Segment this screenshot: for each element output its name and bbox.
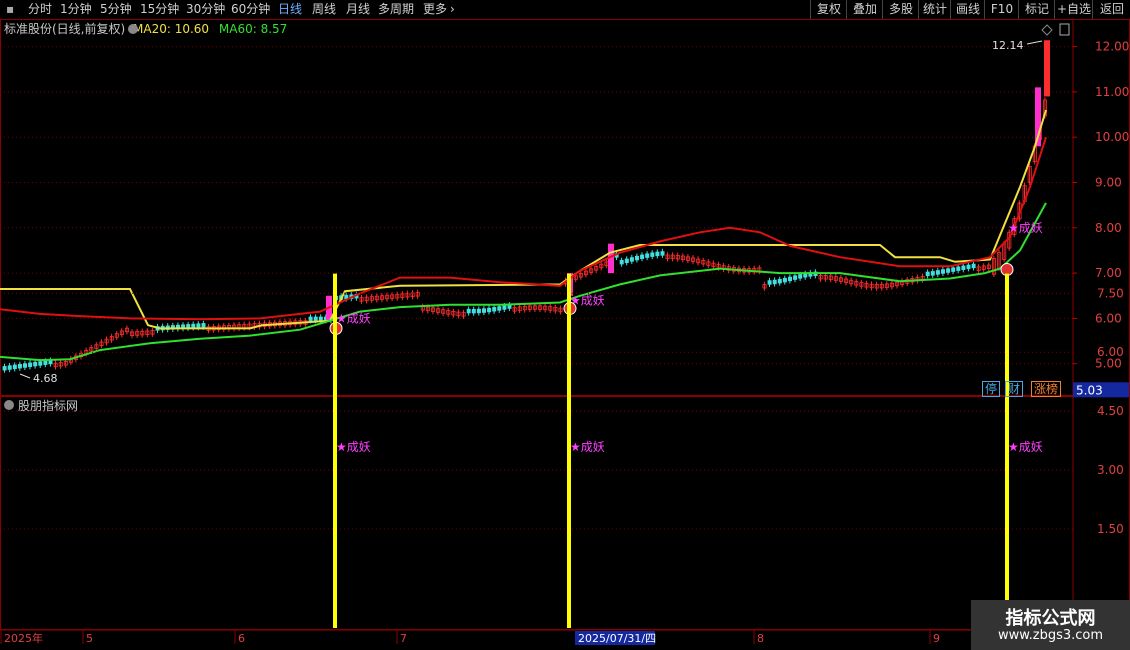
indicator-axis-label: 3.00 [1097, 463, 1124, 477]
candle-body [782, 277, 787, 283]
candle-body [946, 268, 951, 273]
candle-body [201, 323, 206, 328]
price-axis-label: 11.00 [1095, 85, 1129, 99]
indicator-current-value: 5.03 [1076, 383, 1103, 397]
indicator-axis-label: 4.50 [1097, 404, 1124, 418]
candle-body [951, 267, 956, 272]
candle-body [471, 308, 476, 314]
candle-body [22, 363, 27, 368]
candle-body [476, 308, 481, 314]
high-price-label: 12.14 [992, 39, 1024, 52]
candle-body [650, 252, 655, 257]
candle-body [17, 363, 22, 369]
indicator-signal-label: ★成妖 [1008, 440, 1043, 454]
indicator-panel-border [0, 396, 1130, 630]
candle-body [502, 305, 507, 310]
signal-label: ★成妖 [336, 311, 371, 325]
candle-body [640, 254, 645, 259]
indicator-axis-label: 7.50 [1097, 286, 1124, 300]
main-panel-border [0, 19, 1130, 396]
ma-settings-icon [128, 24, 138, 34]
indicator-settings-icon [4, 400, 14, 410]
price-axis-label: 10.00 [1095, 130, 1129, 144]
candle-body [619, 259, 624, 265]
watermark-title: 指标公式网 [1005, 608, 1096, 629]
watermark-logo: 指标公式网 www.zbgs3.com [971, 600, 1130, 650]
candle-body [798, 274, 803, 279]
price-axis-label: 7.00 [1095, 266, 1122, 280]
low-pointer-icon [19, 373, 31, 379]
candle-body [660, 251, 665, 256]
candle-body [492, 307, 497, 312]
candle-body [2, 366, 7, 371]
candle-body [43, 360, 48, 365]
candle-body [308, 316, 313, 322]
candle-body [966, 264, 971, 270]
time-axis-label: 5 [86, 632, 93, 645]
diamond-icon [1041, 24, 1053, 36]
candle-body [645, 253, 650, 258]
candle-body [788, 276, 793, 282]
price-axis-label: 8.00 [1095, 221, 1122, 235]
signal-label: ★成妖 [1008, 221, 1043, 235]
candle-body [466, 308, 471, 314]
time-axis-label: 7 [400, 632, 407, 645]
candle-body [624, 258, 629, 264]
candle-body [481, 308, 486, 313]
candle-body [313, 316, 318, 322]
indicator-axis-label: 6.00 [1097, 345, 1124, 359]
candle-body [793, 275, 798, 280]
candle-body [7, 365, 12, 370]
candle-body [38, 361, 43, 366]
indicator-axis-label: 1.50 [1097, 522, 1124, 536]
info-badge[interactable]: 财 [1005, 381, 1024, 397]
kline-chart[interactable]: 12.0011.0010.009.008.007.006.005.00★成妖★成… [0, 0, 1130, 650]
candle-body [33, 361, 38, 367]
price-axis-label: 9.00 [1095, 176, 1122, 190]
candle-body [318, 316, 323, 322]
time-axis-label: 9 [933, 632, 940, 645]
time-axis-label: 8 [757, 632, 764, 645]
candle-body [629, 257, 634, 262]
high-pointer-icon [1026, 40, 1043, 45]
candle-body [971, 263, 976, 269]
candle-body [487, 307, 492, 313]
limit-up-candle [1044, 40, 1050, 97]
candle-body [772, 279, 777, 285]
candle-body [956, 266, 961, 271]
candle-body [12, 364, 17, 370]
candle-body [635, 255, 640, 261]
panel-toggle-icon [1059, 23, 1070, 36]
watermark-url: www.zbgs3.com [997, 628, 1104, 643]
candle-body [767, 280, 772, 285]
time-axis-label: 6 [238, 632, 245, 645]
candle-body [930, 271, 935, 276]
info-badge[interactable]: 涨榜 [1031, 381, 1062, 397]
candle-body [497, 306, 502, 311]
ma-line-ma20 [0, 109, 1047, 330]
low-price-label: 4.68 [33, 372, 58, 385]
time-cursor-label: 2025/07/31/四 [578, 632, 656, 645]
candle-body [196, 323, 201, 328]
time-axis-label: 2025年 [4, 631, 43, 645]
candle-body [961, 265, 966, 271]
ma-line-ma60 [0, 202, 1047, 362]
candle-body [28, 362, 33, 368]
candle-body [925, 271, 930, 277]
candle-body [777, 278, 782, 284]
price-axis-label: 12.00 [1095, 40, 1129, 54]
indicator-signal-label: ★成妖 [336, 440, 371, 454]
candle-body [935, 270, 940, 275]
candle-body [941, 269, 946, 274]
price-axis-label: 6.00 [1095, 311, 1122, 325]
indicator-signal-label: ★成妖 [570, 440, 605, 454]
candle-body [655, 251, 660, 257]
info-badge[interactable]: 停 [982, 381, 1001, 397]
candle-body [191, 323, 196, 329]
